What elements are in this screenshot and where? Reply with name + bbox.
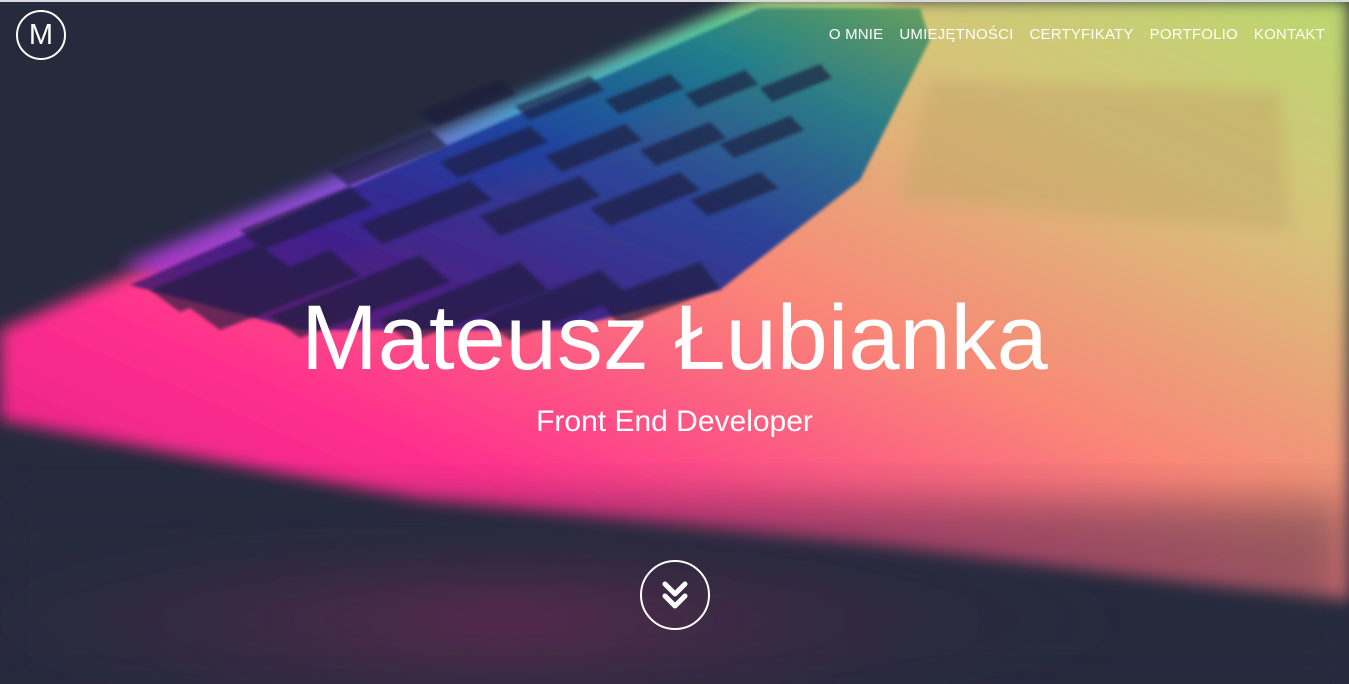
hero-section: M O MNIE UMIEJĘTNOŚCI CERTYFIKATY PORTFO… [0,0,1349,684]
nav-item-certyfikaty[interactable]: CERTYFIKATY [1029,26,1133,43]
logo-letter: M [28,18,54,51]
hero-name: Mateusz Łubianka [301,287,1048,389]
double-chevron-down-icon [662,581,688,609]
nav-item-kontakt[interactable]: KONTAKT [1254,26,1325,43]
nav-item-o-mnie[interactable]: O MNIE [829,26,884,43]
nav-item-portfolio[interactable]: PORTFOLIO [1150,26,1238,43]
logo-m-badge[interactable]: M [16,10,66,60]
main-navigation: O MNIE UMIEJĘTNOŚCI CERTYFIKATY PORTFOLI… [829,26,1325,43]
nav-item-umiejetnosci[interactable]: UMIEJĘTNOŚCI [899,26,1013,43]
scroll-down-button[interactable] [640,560,710,630]
top-border-line [0,0,1349,2]
hero-role: Front End Developer [536,405,813,438]
